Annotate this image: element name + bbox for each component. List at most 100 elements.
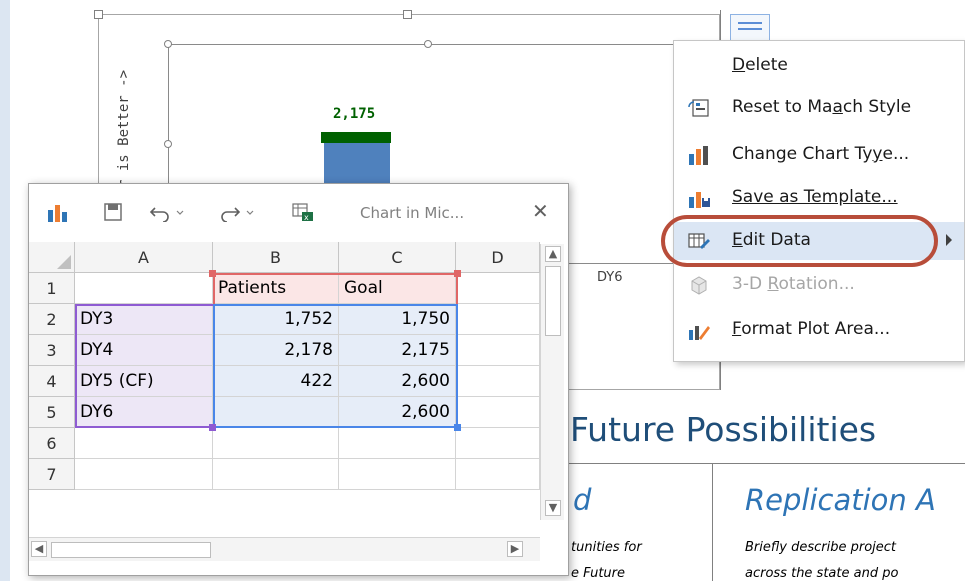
right-body-text-2: across the state and po: [745, 566, 899, 581]
cell-b2[interactable]: 1,752: [213, 304, 339, 335]
undo-icon[interactable]: [149, 202, 189, 224]
highlight-oval: [661, 215, 938, 267]
format-plot-icon: [688, 320, 710, 340]
cell-c2[interactable]: 1,750: [339, 304, 456, 335]
cell-b6[interactable]: [213, 428, 339, 459]
bar-patients-2[interactable]: [324, 136, 390, 183]
save-template-icon: [688, 188, 710, 208]
scroll-left-arrow[interactable]: ◀: [31, 541, 47, 557]
scroll-right-arrow[interactable]: ▶: [507, 541, 523, 557]
menu-item-label: 3-D Rotation...: [732, 274, 855, 294]
goal-data-label-2: 2,175: [333, 106, 376, 122]
cell-c1[interactable]: Goal: [339, 273, 456, 304]
row-header[interactable]: 5: [29, 397, 75, 428]
scroll-up-arrow[interactable]: ▲: [545, 246, 561, 262]
row-header[interactable]: 2: [29, 304, 75, 335]
section-title: Future Possibilities: [570, 410, 877, 449]
cell-b1[interactable]: Patients: [213, 273, 339, 304]
row-header[interactable]: 7: [29, 459, 75, 490]
menu-item-reset-style[interactable]: Reset to Maach Style: [674, 89, 964, 127]
plot-area-handle[interactable]: [164, 140, 172, 148]
document-edge: [0, 0, 10, 581]
cell-d4[interactable]: [456, 366, 540, 397]
row-header[interactable]: 4: [29, 366, 75, 397]
cell-a6[interactable]: [75, 428, 213, 459]
column-header-d[interactable]: D: [456, 242, 540, 273]
close-button[interactable]: ✕: [532, 199, 549, 223]
menu-item-format-plot-area[interactable]: Format Plot Area...: [674, 311, 964, 349]
sheet-toolbar: x Chart in Mic... ✕: [29, 184, 568, 240]
cell-a1[interactable]: [75, 273, 213, 304]
plot-area-handle[interactable]: [164, 40, 172, 48]
cell-d1[interactable]: [456, 273, 540, 304]
excel-edit-icon[interactable]: x: [292, 202, 314, 224]
window-title: Chart in Mic...: [360, 204, 465, 222]
left-subtitle: d: [573, 483, 592, 517]
cell-a4[interactable]: DY5 (CF): [75, 366, 213, 397]
chart-resize-handle[interactable]: [94, 10, 103, 19]
cell-b3[interactable]: 2,178: [213, 335, 339, 366]
chart-data-window[interactable]: x Chart in Mic... ✕ A B C D 1 Patients G…: [28, 183, 569, 576]
range-resize-handle[interactable]: [454, 270, 461, 277]
menu-item-change-chart-type[interactable]: Change Chart Tyye...: [674, 136, 964, 174]
select-all-corner[interactable]: [29, 242, 75, 273]
menu-item-label: Reset to Maach Style: [732, 97, 912, 117]
horizontal-scrollbar[interactable]: ◀ ▶: [29, 537, 540, 561]
cell-c4[interactable]: 2,600: [339, 366, 456, 397]
context-menu: Delete Reset to Maach Style Change Chart…: [673, 40, 965, 362]
right-subtitle: Replication A: [745, 483, 936, 517]
cell-d7[interactable]: [456, 459, 540, 490]
cell-c5[interactable]: 2,600: [339, 397, 456, 428]
table-line: [568, 463, 965, 464]
left-body-text-2: e Future: [571, 566, 625, 581]
cell-d3[interactable]: [456, 335, 540, 366]
cell-a2[interactable]: DY3: [75, 304, 213, 335]
left-body-text: tunities for: [571, 540, 642, 555]
vertical-scrollbar[interactable]: ▲ ▼: [540, 244, 564, 520]
range-resize-handle[interactable]: [209, 270, 216, 277]
save-icon[interactable]: [103, 202, 123, 224]
cell-a5[interactable]: DY6: [75, 397, 213, 428]
cell-b7[interactable]: [213, 459, 339, 490]
chart-resize-handle[interactable]: [403, 10, 412, 19]
scroll-thumb-horizontal[interactable]: [51, 542, 211, 558]
cell-b4[interactable]: 422: [213, 366, 339, 397]
redo-icon[interactable]: [219, 202, 259, 224]
table-line: [712, 463, 713, 581]
scroll-thumb[interactable]: [545, 266, 561, 336]
cell-b5[interactable]: [213, 397, 339, 428]
cell-a7[interactable]: [75, 459, 213, 490]
svg-text:x: x: [304, 213, 309, 222]
menu-item-save-template[interactable]: Save as Template...: [674, 179, 964, 217]
menu-item-delete[interactable]: Delete: [674, 47, 964, 85]
row-header[interactable]: 6: [29, 428, 75, 459]
menu-item-label: Save as Template...: [732, 187, 898, 207]
range-resize-handle[interactable]: [454, 424, 461, 431]
menu-item-label: Delete: [732, 55, 788, 75]
row-header[interactable]: 1: [29, 273, 75, 304]
column-header-a[interactable]: A: [75, 242, 213, 273]
cell-d2[interactable]: [456, 304, 540, 335]
cell-c6[interactable]: [339, 428, 456, 459]
range-resize-handle[interactable]: [209, 424, 216, 431]
right-body-text: Briefly describe project: [745, 540, 897, 555]
cell-d5[interactable]: [456, 397, 540, 428]
scroll-down-arrow[interactable]: ▼: [545, 500, 561, 516]
row-header[interactable]: 3: [29, 335, 75, 366]
submenu-arrow-icon: [946, 234, 952, 246]
chart-icon: [47, 202, 69, 224]
rotation-cube-icon: [688, 275, 710, 295]
menu-item-3d-rotation: 3-D Rotation...: [674, 266, 964, 304]
y-axis-title: r is Better ->: [116, 70, 132, 189]
x-tick-label-dy6: DY6: [597, 270, 623, 285]
column-header-c[interactable]: C: [339, 242, 456, 273]
cell-a3[interactable]: DY4: [75, 335, 213, 366]
reset-style-icon: [688, 98, 710, 118]
cell-c3[interactable]: 2,175: [339, 335, 456, 366]
plot-area-handle[interactable]: [424, 40, 432, 48]
cell-c7[interactable]: [339, 459, 456, 490]
goal-marker-2[interactable]: [321, 132, 391, 143]
menu-item-label: Format Plot Area...: [732, 319, 891, 339]
cell-d6[interactable]: [456, 428, 540, 459]
column-header-b[interactable]: B: [213, 242, 339, 273]
